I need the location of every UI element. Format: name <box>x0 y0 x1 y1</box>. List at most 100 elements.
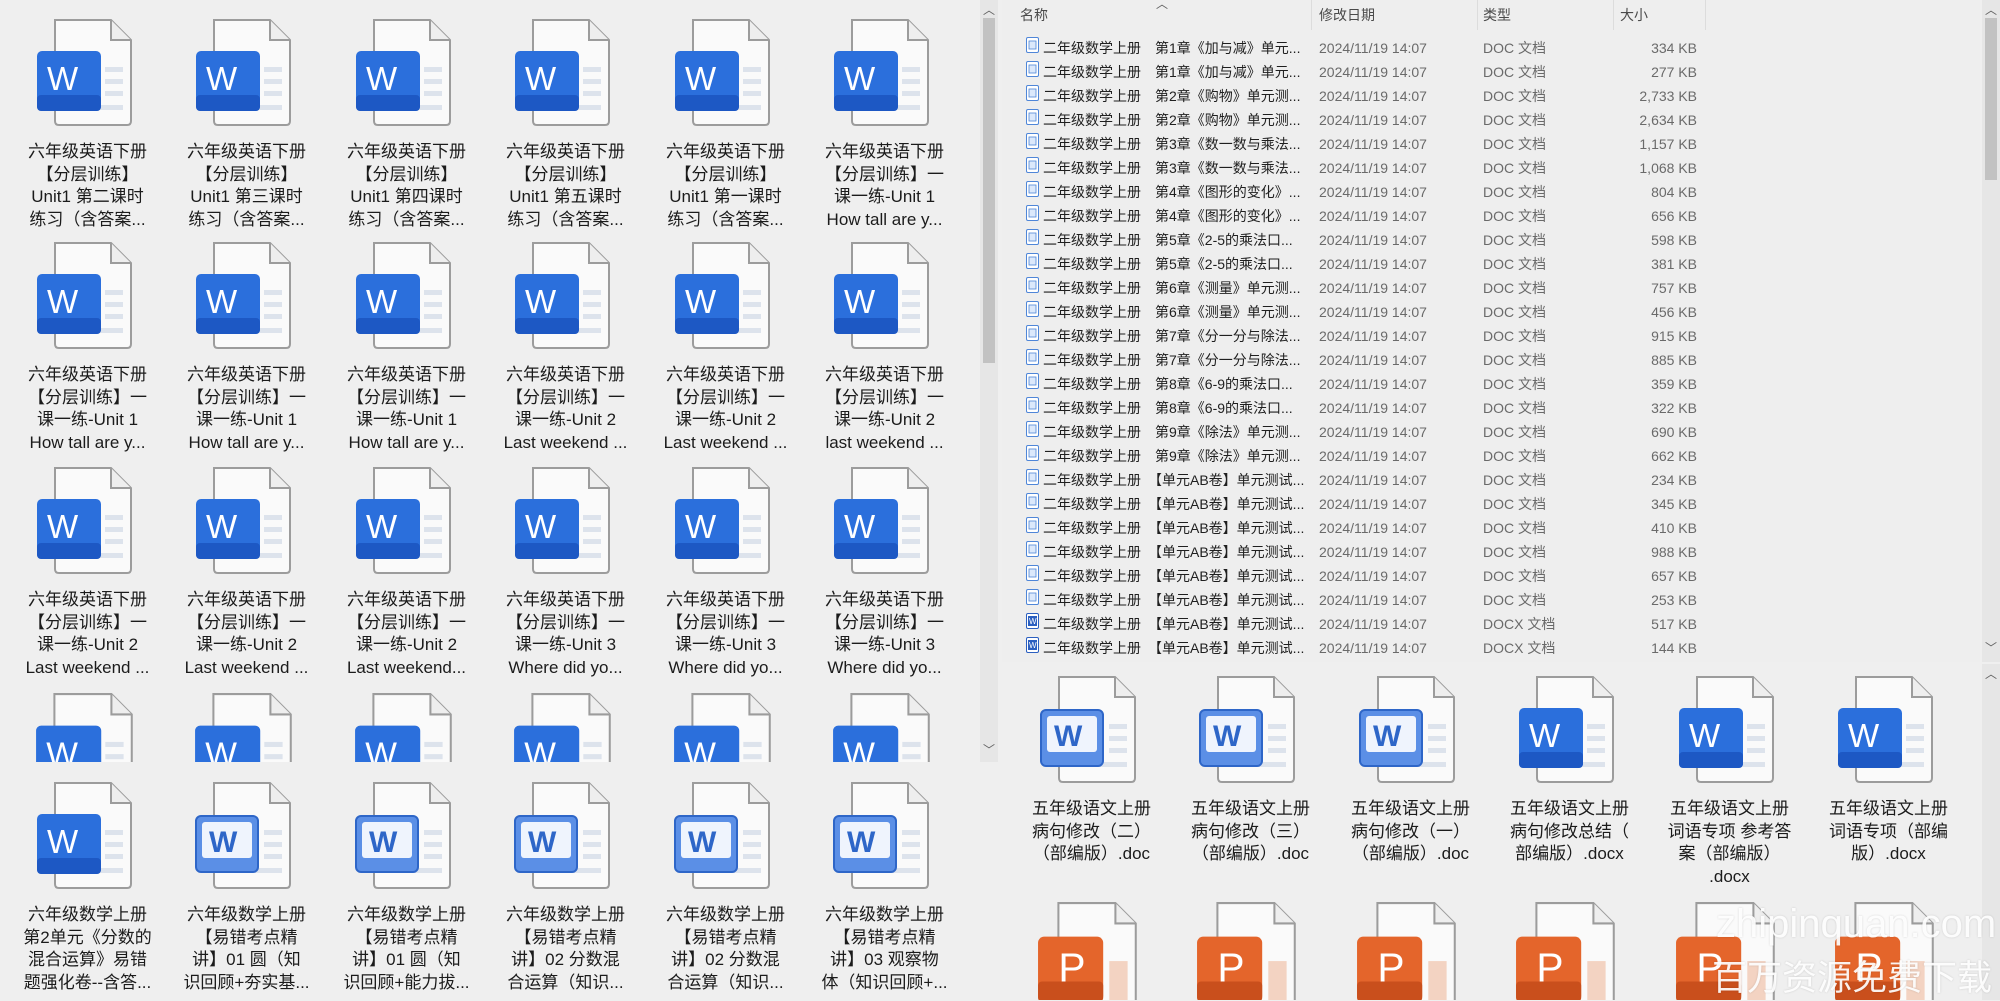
file-name: 二年级数学上册 第1章《加与减》单元... <box>1043 64 1301 80</box>
file-row[interactable]: 二年级数学上册 第8章《6-9的乘法口... 2024/11/19 14:07 DO… <box>1002 396 1722 420</box>
column-header-type[interactable]: 类型 <box>1483 0 1608 30</box>
file-row[interactable]: 二年级数学上册 第4章《图形的变化》... 2024/11/19 14:07 DOC… <box>1002 204 1722 228</box>
file-name: 六年级英语下册 【分层训练】 Unit1 第四课时 练习（含答案... <box>347 142 466 229</box>
file-row[interactable]: 二年级数学上册 第2章《购物》单元测... 2024/11/19 14:07 DOC… <box>1002 108 1722 132</box>
file-item[interactable]: W 六年级英语下册 【分层训练】 Unit1 第一课时 练习（含答案... <box>646 17 805 231</box>
file-row[interactable]: 二年级数学上册 第9章《除法》单元测... 2024/11/19 14:07 DOC… <box>1002 444 1722 468</box>
file-row[interactable]: 二年级数学上册 第6章《测量》单元测... 2024/11/19 14:07 DOC… <box>1002 300 1722 324</box>
file-row[interactable]: W 二年级数学上册 【单元AB卷】单元测试... 2024/11/19 14:07 D… <box>1002 612 1722 636</box>
file-row[interactable]: 二年级数学上册 【单元AB卷】单元测试... 2024/11/19 14:07 DO… <box>1002 468 1722 492</box>
file-row[interactable]: 二年级数学上册 【单元AB卷】单元测试... 2024/11/19 14:07 DO… <box>1002 516 1722 540</box>
file-row[interactable]: 二年级数学上册 第8章《6-9的乘法口... 2024/11/19 14:07 DO… <box>1002 372 1722 396</box>
file-item[interactable]: W 六年级英语下册 【分层训练】一 课一练-Unit 2 last weekend… <box>805 240 964 454</box>
file-size: 1,068 KB <box>1639 160 1697 176</box>
file-item[interactable]: W 六年级英语下册 【分层训练】 Unit1 第五课时 练习（含答案... <box>486 17 645 231</box>
file-row[interactable]: 二年级数学上册 第7章《分一分与除法... 2024/11/19 14:07 DOC… <box>1002 348 1722 372</box>
scroll-down-arrow[interactable]: ﹀ <box>1982 640 2000 656</box>
svg-text:W: W <box>1373 720 1402 753</box>
file-item[interactable]: W 六年级英语下册 【分层训练】一 课一练-Unit 2 Last weekend… <box>486 240 645 454</box>
svg-text:W: W <box>205 736 237 762</box>
file-item[interactable]: W 六年级英语下册 【分层训练】一 课一练-Unit 1 How tall are… <box>8 240 167 454</box>
word-file-icon: W <box>1331 674 1490 786</box>
file-size: 456 KB <box>1651 304 1697 320</box>
file-item[interactable]: W 六年级英语下册 【分层训练】 Unit1 第三课时 练习（含答案... <box>167 17 326 231</box>
file-item[interactable]: W 六年级数学上册 【易错考点精 讲】01 圆（知 识回顾+夯实基... <box>167 780 326 994</box>
file-row[interactable]: 二年级数学上册 第4章《图形的变化》... 2024/11/19 14:07 DOC… <box>1002 180 1722 204</box>
file-item[interactable]: P <box>1195 900 1307 1000</box>
file-type: DOC 文档 <box>1483 328 1546 344</box>
details-scrollbar[interactable]: ︿ ﹀ <box>1982 0 2000 662</box>
file-row[interactable]: 二年级数学上册 第7章《分一分与除法... 2024/11/19 14:07 DOC… <box>1002 324 1722 348</box>
file-row[interactable]: 二年级数学上册 第1章《加与减》单元... 2024/11/19 14:07 DOC… <box>1002 60 1722 84</box>
file-row[interactable]: 二年级数学上册 第1章《加与减》单元... 2024/11/19 14:07 DOC… <box>1002 36 1722 60</box>
file-row[interactable]: 二年级数学上册 第5章《2-5的乘法口... 2024/11/19 14:07 DO… <box>1002 228 1722 252</box>
file-item[interactable]: W 六年级英语下册 【分层训练】一 课一练-Unit 3 Where did yo… <box>646 465 805 679</box>
svg-text:W: W <box>1029 641 1037 650</box>
file-type: DOC 文档 <box>1483 544 1546 560</box>
file-row[interactable]: 二年级数学上册 第5章《2-5的乘法口... 2024/11/19 14:07 DO… <box>1002 252 1722 276</box>
file-item[interactable]: W 六年级英语下册 【分层训练】一 课一练-Unit 1 How tall are… <box>805 17 964 231</box>
doc-file-icon <box>1026 180 1039 197</box>
file-item[interactable]: W 五年级语文上册 词语专项 参考答 案（部编版） .docx <box>1650 674 1809 888</box>
scroll-down-arrow[interactable]: ﹀ <box>980 742 998 758</box>
file-item[interactable]: W 六年级英语下册 【分层训练】 Unit1 第四课时 练习（含答案... <box>327 17 486 231</box>
column-divider[interactable] <box>1311 0 1312 30</box>
file-item[interactable]: P <box>1036 900 1148 1000</box>
modified-date: 2024/11/19 14:07 <box>1319 88 1427 104</box>
file-row[interactable]: 二年级数学上册 【单元AB卷】单元测试... 2024/11/19 14:07 DO… <box>1002 540 1722 564</box>
file-item[interactable]: W 六年级英语下册 【分层训练】一 课一练-Unit 2 Last weekend… <box>8 465 167 679</box>
file-item[interactable]: W 六年级英语下册 【分层训练】一 课一练-Unit 2 Last weekend… <box>327 465 486 679</box>
file-item[interactable]: W 六年级英语下册 【分层训练】一 课一练-Unit 2 Last weekend… <box>646 240 805 454</box>
word-file-icon: W <box>167 780 326 892</box>
file-row[interactable]: 二年级数学上册 【单元AB卷】单元测试... 2024/11/19 14:07 DO… <box>1002 564 1722 588</box>
file-size: 915 KB <box>1651 328 1697 344</box>
file-item[interactable]: W 六年级数学上册 【易错考点精 讲】03 观察物 体（知识回顾+... <box>805 780 964 994</box>
svg-text:W: W <box>1529 717 1561 754</box>
file-size: 804 KB <box>1651 184 1697 200</box>
scroll-thumb[interactable] <box>983 18 995 363</box>
file-item[interactable]: W 五年级语文上册 病句修改（三） （部编版）.doc <box>1171 674 1330 866</box>
column-divider[interactable] <box>1613 0 1614 30</box>
file-row[interactable]: 二年级数学上册 第3章《数一数与乘法... 2024/11/19 14:07 DOC… <box>1002 132 1722 156</box>
word-file-icon: W <box>327 17 486 129</box>
file-item[interactable]: W 六年级英语下册 【分层训练】 Unit1 第二课时 练习（含答案... <box>8 17 167 231</box>
file-item[interactable]: W 六年级英语下册 【分层训练】一 课一练-Unit 3 Where did yo… <box>486 465 645 679</box>
column-header-size[interactable]: 大小 <box>1620 0 1700 30</box>
scroll-thumb[interactable] <box>1985 18 1997 180</box>
file-row[interactable]: 二年级数学上册 第2章《购物》单元测... 2024/11/19 14:07 DOC… <box>1002 84 1722 108</box>
column-divider[interactable] <box>1477 0 1478 30</box>
column-divider[interactable] <box>1705 0 1706 30</box>
left-scrollbar[interactable]: ︿ ﹀ <box>980 0 998 762</box>
file-item[interactable]: P <box>1355 900 1467 1000</box>
file-row[interactable]: 二年级数学上册 第6章《测量》单元测... 2024/11/19 14:07 DOC… <box>1002 276 1722 300</box>
file-item[interactable]: W <box>351 691 463 762</box>
file-item[interactable]: W <box>510 691 622 762</box>
scroll-up-arrow[interactable]: ︿ <box>1982 666 2000 682</box>
file-item[interactable]: W 五年级语文上册 词语专项（部编 版）.docx <box>1809 674 1968 866</box>
file-item[interactable]: W <box>32 691 144 762</box>
column-header-date[interactable]: 修改日期 <box>1319 0 1469 30</box>
file-item[interactable]: W 六年级数学上册 【易错考点精 讲】01 圆（知 识回顾+能力拔... <box>327 780 486 994</box>
file-item[interactable]: W 六年级英语下册 【分层训练】一 课一练-Unit 3 Where did yo… <box>805 465 964 679</box>
file-row[interactable]: W 二年级数学上册 【单元AB卷】单元测试... 2024/11/19 14:07 D… <box>1002 636 1722 660</box>
file-item[interactable]: W <box>829 691 941 762</box>
file-item[interactable]: W 五年级语文上册 病句修改（二） （部编版）.doc <box>1012 674 1171 866</box>
scroll-up-arrow[interactable]: ︿ <box>980 2 998 18</box>
file-item[interactable]: W 六年级英语下册 【分层训练】一 课一练-Unit 1 How tall are… <box>327 240 486 454</box>
file-item[interactable]: P <box>1514 900 1626 1000</box>
file-row[interactable]: 二年级数学上册 【单元AB卷】单元测试... 2024/11/19 14:07 DO… <box>1002 492 1722 516</box>
modified-date: 2024/11/19 14:07 <box>1319 376 1427 392</box>
file-item[interactable]: W 五年级语文上册 病句修改（一） （部编版）.doc <box>1331 674 1490 866</box>
file-item[interactable]: W 六年级英语下册 【分层训练】一 课一练-Unit 2 Last weekend… <box>167 465 326 679</box>
file-item[interactable]: W 六年级数学上册 【易错考点精 讲】02 分数混 合运算（知识... <box>646 780 805 994</box>
file-row[interactable]: 二年级数学上册 【单元AB卷】单元测试... 2024/11/19 14:07 DO… <box>1002 588 1722 612</box>
file-item[interactable]: W 六年级数学上册 第2单元《分数的 混合运算》易错 题强化卷--含答... <box>8 780 167 994</box>
file-row[interactable]: 二年级数学上册 第3章《数一数与乘法... 2024/11/19 14:07 DOC… <box>1002 156 1722 180</box>
file-item[interactable]: W <box>670 691 782 762</box>
file-item[interactable]: W 六年级数学上册 【易错考点精 讲】02 分数混 合运算（知识... <box>486 780 645 994</box>
file-item[interactable]: W 六年级英语下册 【分层训练】一 课一练-Unit 1 How tall are… <box>167 240 326 454</box>
scroll-up-arrow[interactable]: ︿ <box>1982 2 2000 18</box>
file-item[interactable]: W <box>191 691 303 762</box>
file-item[interactable]: W 五年级语文上册 病句修改总结（ 部编版）.docx <box>1490 674 1649 866</box>
file-row[interactable]: 二年级数学上册 第9章《除法》单元测... 2024/11/19 14:07 DOC… <box>1002 420 1722 444</box>
